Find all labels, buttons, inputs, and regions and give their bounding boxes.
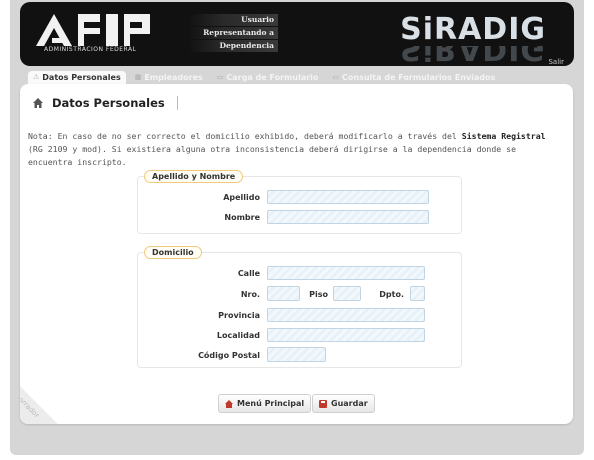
localidad-input[interactable] <box>267 328 425 342</box>
representing-label: Representando a <box>188 27 278 39</box>
codigo-postal-input[interactable] <box>267 347 326 362</box>
provincia-label: Provincia <box>218 311 260 320</box>
save-label: Guardar <box>331 399 368 408</box>
tab-label: Consulta de Formularios Enviados <box>342 73 496 82</box>
localidad-label: Localidad <box>216 331 260 340</box>
siradig-brand: SiRADIG <box>400 12 546 47</box>
tab-empleadores[interactable]: ▦ Empleadores <box>130 71 208 84</box>
home-icon[interactable] <box>32 97 44 109</box>
address-note: Nota: En caso de no ser correcto el domi… <box>28 130 564 169</box>
main-panel: Datos Personales Nota: En caso de no ser… <box>20 84 573 424</box>
dependency-label: Dependencia <box>188 40 278 52</box>
main-menu-button[interactable]: Menú Principal <box>218 394 312 413</box>
person-icon: ⚠ <box>33 73 40 81</box>
dpto-input[interactable] <box>410 286 425 301</box>
save-icon <box>319 399 327 408</box>
nombre-input[interactable] <box>267 210 429 224</box>
address-legend: Domicilio <box>144 246 202 259</box>
home-icon <box>225 399 233 408</box>
name-legend: Apellido y Nombre <box>144 170 244 183</box>
title-divider <box>176 96 178 110</box>
nro-input[interactable] <box>267 286 300 301</box>
address-fieldset: Domicilio Calle Nro. Piso Dpto. Provinci… <box>137 246 462 368</box>
user-info: Usuario Representando a Dependencia <box>188 14 278 54</box>
folder-icon: ▭ <box>332 73 340 81</box>
piso-label: Piso <box>309 290 328 299</box>
provincia-input[interactable] <box>267 308 425 322</box>
nro-label: Nro. <box>240 290 260 299</box>
brand-reflection: SiRADIG <box>400 46 546 64</box>
apellido-label: Apellido <box>223 193 260 202</box>
calle-input[interactable] <box>267 266 425 280</box>
sistema-registral-link[interactable]: Sistema Registral <box>462 131 546 141</box>
dpto-label: Dpto. <box>379 290 404 299</box>
logo-subtitle: ADMINISTRACION FEDERAL <box>44 46 137 53</box>
main-tabs: ⚠ Datos Personales ▦ Empleadores ▭ Carga… <box>28 71 500 84</box>
main-menu-label: Menú Principal <box>237 399 305 408</box>
tab-label: Carga de Formulario <box>226 73 319 82</box>
page-title: Datos Personales <box>52 96 165 110</box>
document-icon: ▭ <box>216 73 224 81</box>
user-label: Usuario <box>188 14 278 26</box>
note-prefix: Nota: En caso de no ser correcto el domi… <box>28 131 462 141</box>
name-fieldset: Apellido y Nombre Apellido Nombre <box>137 170 462 234</box>
tab-consulta-formularios[interactable]: ▭ Consulta de Formularios Enviados <box>327 71 500 84</box>
building-icon: ▦ <box>134 73 142 81</box>
tab-label: Empleadores <box>144 73 203 82</box>
piso-input[interactable] <box>333 286 361 301</box>
calle-label: Calle <box>237 269 260 278</box>
save-button[interactable]: Guardar <box>312 394 375 413</box>
codigo-postal-label: Código Postal <box>198 351 260 360</box>
note-suffix: (RG 2109 y mod). Si existiera alguna otr… <box>28 144 516 167</box>
logout-link[interactable]: Salir <box>548 58 564 66</box>
tab-carga-formulario[interactable]: ▭ Carga de Formulario <box>212 71 324 84</box>
apellido-input[interactable] <box>267 190 429 204</box>
page-header: Datos Personales <box>32 96 178 110</box>
tab-label: Datos Personales <box>42 73 121 82</box>
tab-datos-personales[interactable]: ⚠ Datos Personales <box>28 71 126 84</box>
app-header: ADMINISTRACION FEDERAL Usuario Represent… <box>20 2 574 66</box>
nombre-label: Nombre <box>224 213 260 222</box>
